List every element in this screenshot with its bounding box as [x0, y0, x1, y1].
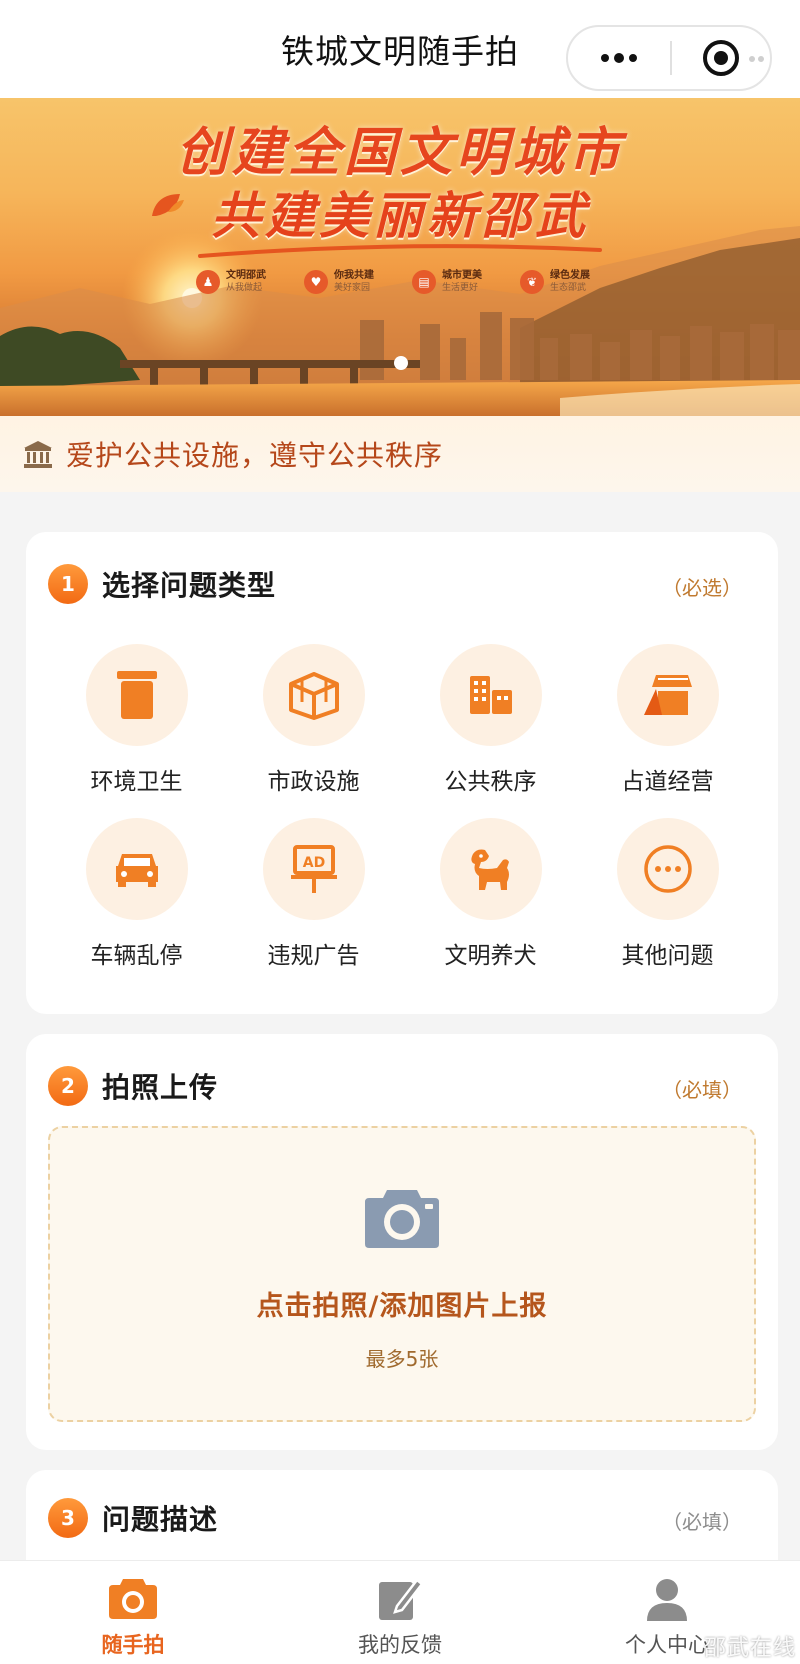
building-columns-icon	[24, 441, 52, 468]
more-menu-button[interactable]	[568, 27, 670, 89]
category-illegal-ads[interactable]: AD 违规广告	[225, 818, 402, 978]
banner-feature: ♟ 文明邵武 从我做起	[196, 270, 288, 294]
carousel-indicator-dot[interactable]	[394, 356, 408, 370]
page-title: 铁城文明随手拍	[281, 32, 519, 71]
city-icon: ▤	[412, 270, 436, 294]
step-number-badge: 3	[48, 1498, 88, 1538]
leaf-small-icon: ❦	[520, 270, 544, 294]
photo-upload-area[interactable]: 点击拍照/添加图片上报 最多5张	[48, 1126, 756, 1422]
dog-icon	[470, 849, 509, 890]
building-icon	[469, 676, 512, 714]
step3-title: 问题描述	[102, 1503, 219, 1536]
hero-banner[interactable]: 创建全国文明城市 共建美丽新邵武 ♟ 文明邵武 从我做起 ♥ 你我共建 美好家园 ▤…	[0, 98, 800, 416]
camera-tab-icon	[109, 1579, 157, 1619]
step1-card: 1 选择问题类型 （必选） 环境卫生 市政设施 公共秩序 占道经营 车辆乱停 A…	[26, 532, 778, 1014]
municipal-facility-icon	[288, 672, 339, 720]
banner-feature: ❦ 绿色发展 生态邵武	[520, 270, 612, 294]
slogan-bar: 爱护公共设施，遵守公共秩序	[0, 416, 800, 492]
banner-features: ♟ 文明邵武 从我做起 ♥ 你我共建 美好家园 ▤ 城市更美 生活更好 ❦ 绿色发展生…	[196, 270, 612, 294]
close-mini-program-button[interactable]	[672, 40, 770, 76]
svg-text:AD: AD	[302, 855, 324, 871]
step2-card: 2 拍照上传 （必填） 点击拍照/添加图片上报 最多5张	[26, 1034, 778, 1450]
ad-board-icon: AD	[290, 845, 337, 893]
required-tag: （必填）	[662, 1510, 742, 1534]
step2-title: 拍照上传	[102, 1071, 219, 1104]
trash-bin-icon	[116, 671, 157, 719]
top-bar: 铁城文明随手拍	[0, 0, 800, 98]
category-street-vending[interactable]: 占道经营	[579, 644, 756, 804]
step-number-badge: 1	[48, 564, 88, 604]
step1-header: 1 选择问题类型	[48, 562, 276, 606]
bottom-tab-bar: 随手拍 我的反馈 个人中心	[0, 1560, 800, 1664]
tab-snapshot[interactable]: 随手拍	[0, 1561, 266, 1664]
mini-program-capsule	[566, 25, 772, 91]
category-environment[interactable]: 环境卫生	[48, 644, 225, 804]
more-dots-icon	[601, 54, 609, 62]
car-icon	[115, 854, 158, 887]
target-close-icon	[703, 40, 739, 76]
category-dog-keeping[interactable]: 文明养犬	[402, 818, 579, 978]
upload-label: 点击拍照/添加图片上报	[256, 1291, 548, 1322]
required-tag: （必选）	[662, 576, 742, 600]
user-icon	[647, 1579, 687, 1621]
category-illegal-parking[interactable]: 车辆乱停	[48, 818, 225, 978]
watermark: 邵武在线	[703, 1636, 796, 1661]
tab-my-feedback[interactable]: 我的反馈	[267, 1561, 533, 1664]
heart-icon: ♥	[304, 270, 328, 294]
edit-note-icon	[379, 1578, 423, 1620]
swoosh-decoration	[198, 244, 602, 258]
step3-header: 3 问题描述	[48, 1496, 218, 1540]
category-public-order[interactable]: 公共秩序	[402, 644, 579, 804]
slogan-text: 爱护公共设施，遵守公共秩序	[66, 439, 444, 472]
step-number-badge: 2	[48, 1066, 88, 1106]
banner-feature: ▤ 城市更美 生活更好	[412, 270, 504, 294]
step1-title: 选择问题类型	[102, 569, 277, 602]
banner-feature: ♥ 你我共建 美好家园	[304, 270, 396, 294]
banner-headline: 创建全国文明城市	[175, 123, 624, 183]
street-stall-icon	[643, 675, 692, 715]
required-tag: （必填）	[662, 1078, 742, 1102]
upload-limit-hint: 最多5张	[365, 1347, 439, 1371]
more-dots-icon	[643, 845, 692, 893]
category-municipal[interactable]: 市政设施	[225, 644, 402, 804]
step2-header: 2 拍照上传	[48, 1064, 218, 1108]
people-icon: ♟	[196, 270, 220, 294]
camera-icon	[365, 1190, 439, 1248]
category-other[interactable]: 其他问题	[579, 818, 756, 978]
